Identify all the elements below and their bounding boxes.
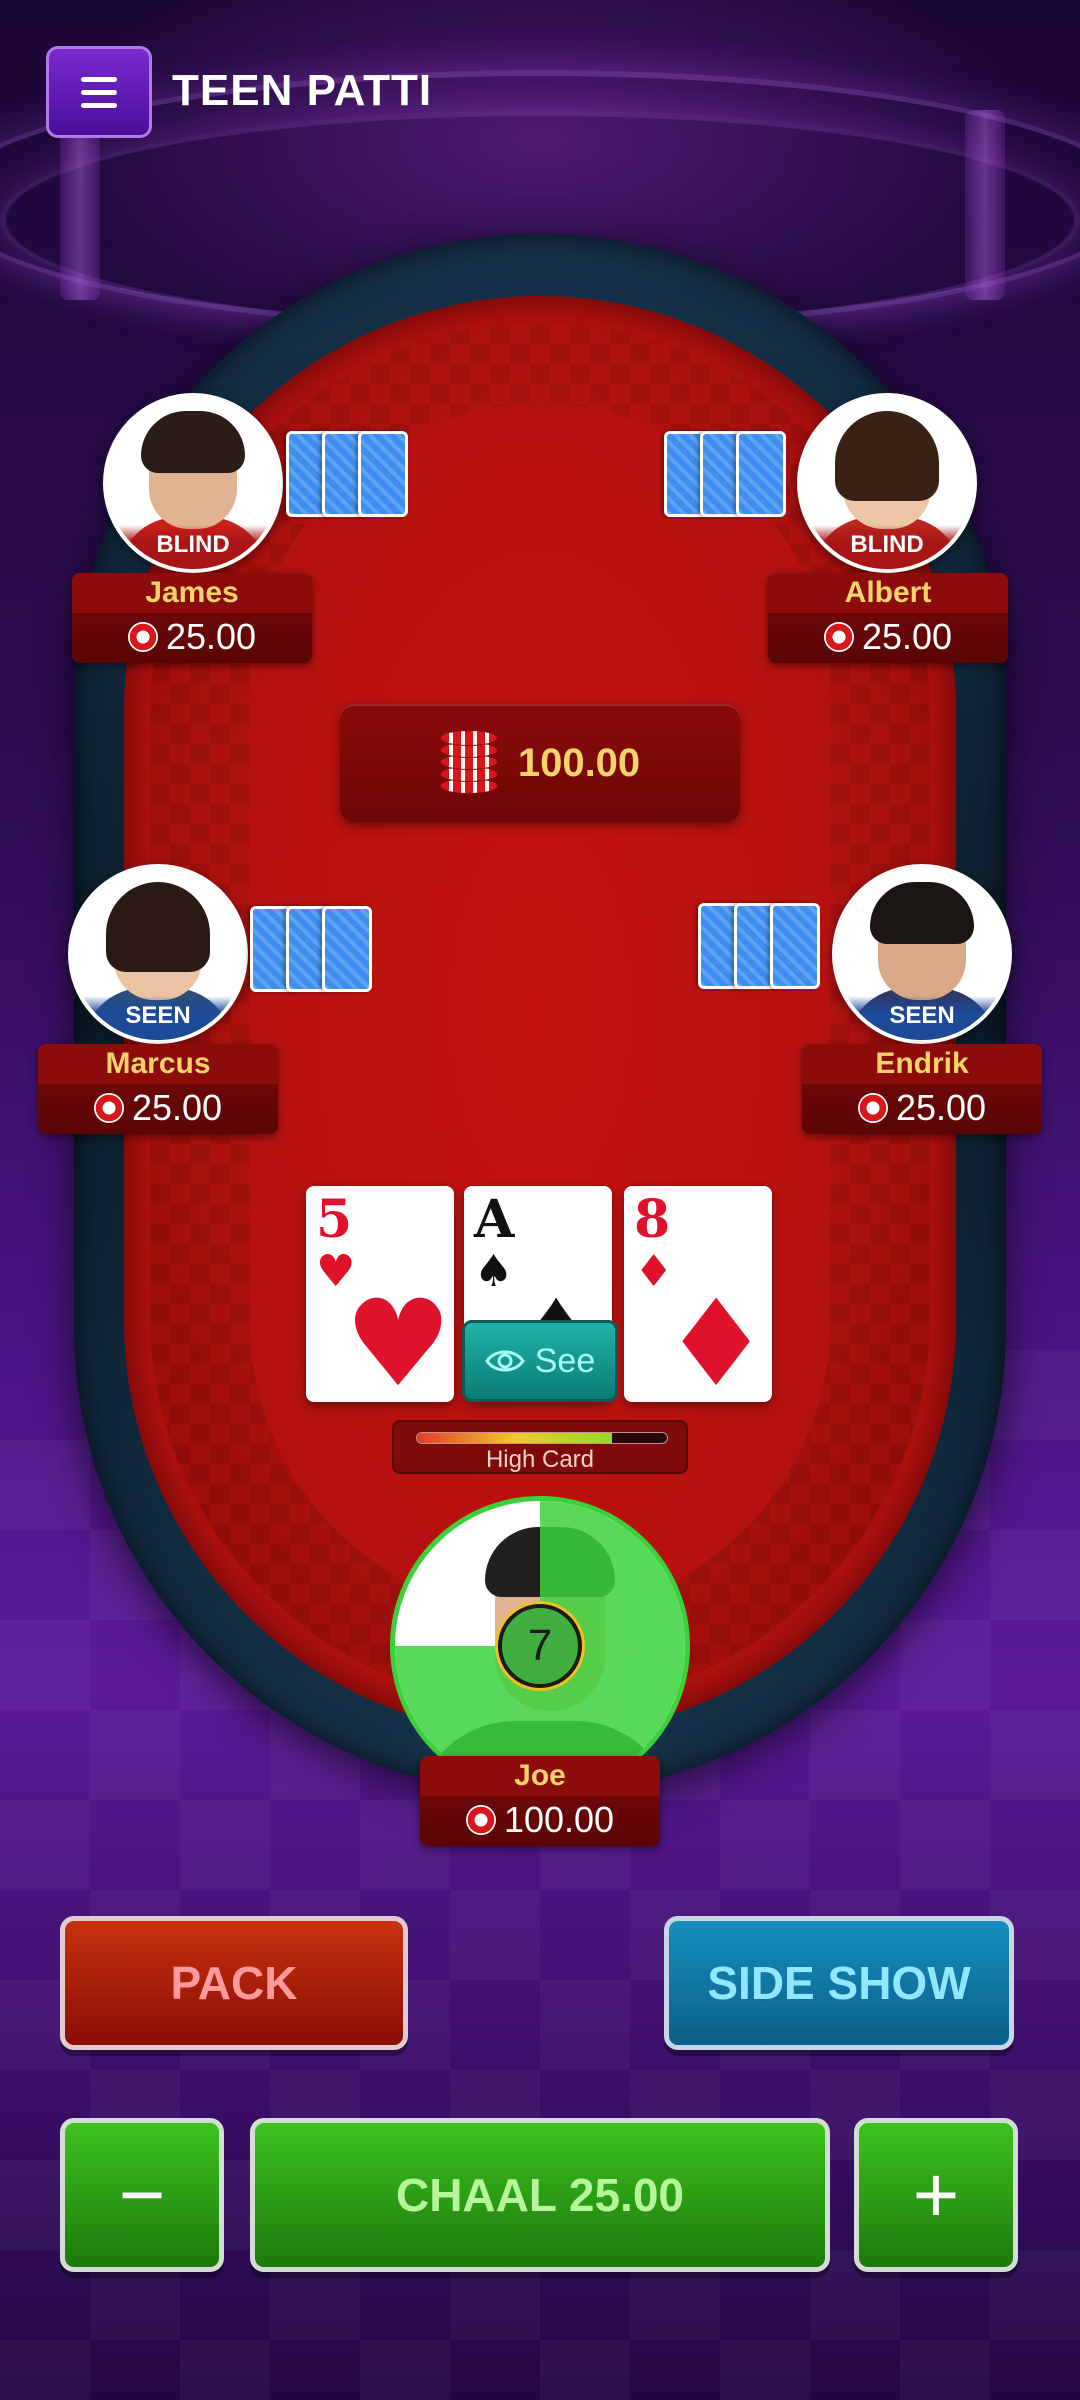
chip-icon [857, 1093, 888, 1123]
player-name: James [72, 573, 312, 613]
pot-display: 100.00 [340, 704, 740, 822]
player-cards-james [286, 431, 408, 517]
player-balance: 25.00 [802, 1084, 1042, 1132]
hamburger-menu-icon-line [81, 89, 117, 95]
avatar-hair [141, 411, 245, 473]
player-balance: 25.00 [38, 1084, 278, 1132]
see-button-label: See [534, 1341, 596, 1380]
chaal-button[interactable]: CHAAL 25.00 [250, 2118, 830, 2272]
card-back [770, 903, 820, 989]
player-name: Marcus [38, 1044, 278, 1084]
chip-icon [127, 622, 158, 652]
avatar-hair [106, 882, 210, 972]
diamond-icon: ♦ [662, 1275, 770, 1403]
player-amount: 25.00 [165, 616, 257, 657]
my-card-3[interactable]: 8 ♦ ♦ [624, 1186, 772, 1402]
arena-pillar [965, 110, 1005, 300]
chip [439, 730, 498, 746]
hand-strength-fill [417, 1433, 612, 1443]
card-rank: A [474, 1189, 515, 1250]
status-badge: BLIND [107, 525, 279, 569]
status-badge: SEEN [72, 996, 244, 1040]
player-amount: 100.00 [503, 1799, 615, 1840]
player-name: Endrik [802, 1044, 1042, 1084]
player-name: Albert [768, 573, 1008, 613]
status-badge: BLIND [801, 525, 973, 569]
player-avatar-endrik[interactable]: SEEN [832, 864, 1012, 1044]
player-balance: 25.00 [768, 613, 1008, 661]
arena-pillar [60, 110, 100, 300]
player-nameplate-endrik: Endrik 25.00 [802, 1044, 1042, 1134]
game-screen: TEEN PATTI BLIND James 25.00 BLIND Alber… [0, 0, 1080, 2400]
card-back [736, 431, 786, 517]
player-cards-marcus [250, 906, 372, 992]
player-nameplate-albert: Albert 25.00 [768, 573, 1008, 663]
chip-icon [465, 1805, 496, 1835]
pot-amount: 100.00 [517, 740, 641, 785]
eye-icon [484, 1350, 525, 1372]
hamburger-menu-icon-line [81, 102, 117, 108]
avatar-hair [835, 411, 939, 501]
player-balance: 100.00 [420, 1796, 660, 1844]
player-balance: 25.00 [72, 613, 312, 661]
pack-button[interactable]: PACK [60, 1916, 408, 2050]
player-nameplate-marcus: Marcus 25.00 [38, 1044, 278, 1134]
increase-bet-button[interactable]: + [854, 2118, 1018, 2272]
avatar-hair [870, 882, 974, 944]
status-badge: SEEN [836, 996, 1008, 1040]
decrease-bet-button[interactable]: − [60, 2118, 224, 2272]
player-amount: 25.00 [131, 1087, 223, 1128]
player-cards-albert [664, 431, 786, 517]
card-back [358, 431, 408, 517]
card-back [322, 906, 372, 992]
menu-button[interactable] [46, 46, 152, 138]
player-avatar-james[interactable]: BLIND [103, 393, 283, 573]
hand-strength-meter: High Card [392, 1420, 688, 1474]
chip-icon [93, 1093, 124, 1123]
chip-icon [823, 622, 854, 652]
player-cards-endrik [698, 903, 820, 989]
player-nameplate-james: James 25.00 [72, 573, 312, 663]
player-avatar-marcus[interactable]: SEEN [68, 864, 248, 1044]
side-show-button[interactable]: SIDE SHOW [664, 1916, 1014, 2050]
player-avatar-albert[interactable]: BLIND [797, 393, 977, 573]
hand-strength-label: High Card [485, 1446, 595, 1473]
my-nameplate: Joe 100.00 [420, 1756, 660, 1846]
player-amount: 25.00 [861, 616, 953, 657]
hand-strength-track [416, 1432, 668, 1444]
my-card-1[interactable]: 5 ♥ ♥ [306, 1186, 454, 1402]
heart-icon: ♥ [344, 1275, 452, 1403]
player-name: Joe [420, 1756, 660, 1796]
app-title: TEEN PATTI [172, 66, 433, 115]
player-amount: 25.00 [895, 1087, 987, 1128]
see-button[interactable]: See [462, 1320, 618, 1402]
card-rank: 5 [316, 1189, 353, 1250]
card-rank: 8 [634, 1189, 671, 1250]
turn-counter: 7 [498, 1604, 582, 1688]
hamburger-menu-icon [81, 76, 117, 82]
chip-stack-icon [439, 730, 498, 796]
